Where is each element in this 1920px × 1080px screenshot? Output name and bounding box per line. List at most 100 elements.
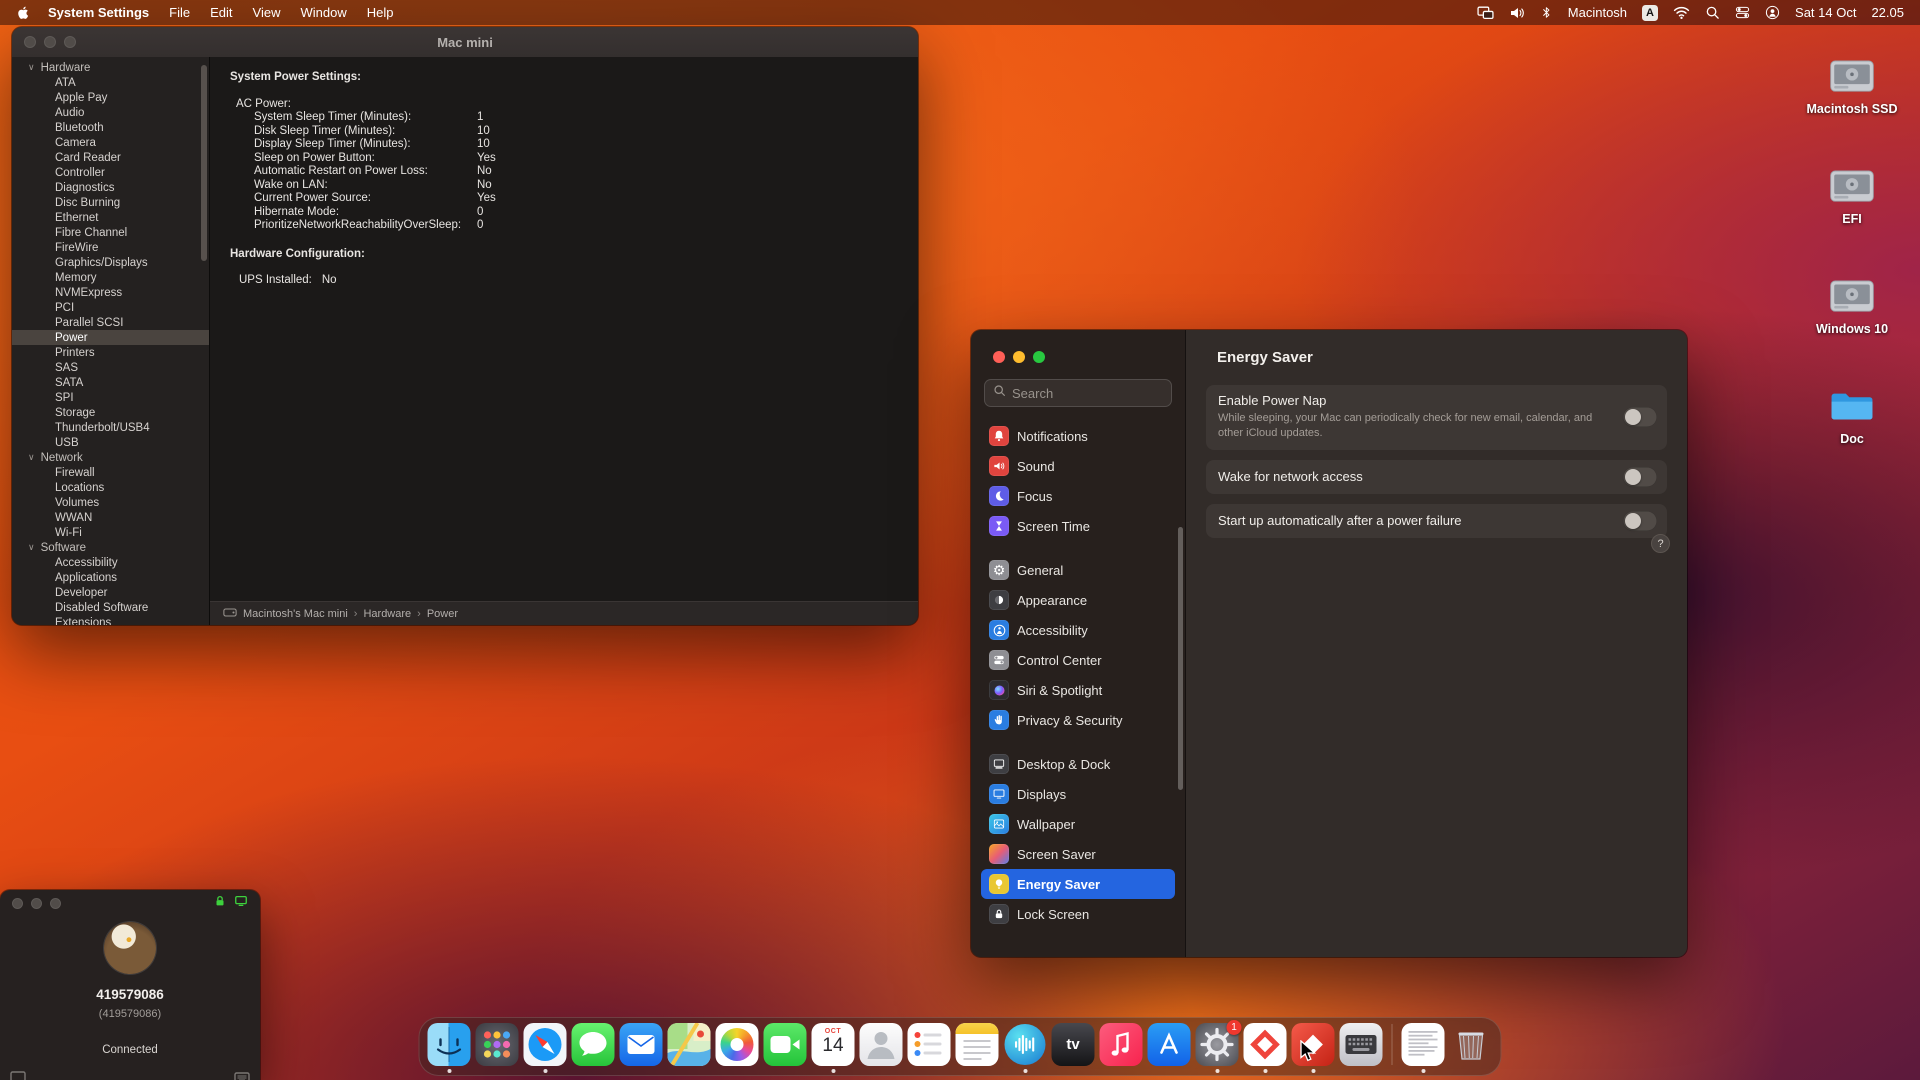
sysinfo-sidebar-item[interactable]: Graphics/Displays: [12, 255, 209, 270]
launchpad-dock-icon[interactable]: [475, 1023, 519, 1066]
keyboard-icon[interactable]: [234, 1070, 250, 1080]
dock-item[interactable]: [955, 1023, 999, 1068]
dock-item[interactable]: [1147, 1023, 1191, 1068]
settings-sidebar-item[interactable]: Displays: [981, 779, 1175, 809]
settings-sidebar-item[interactable]: Desktop & Dock: [981, 749, 1175, 779]
dock-item[interactable]: [571, 1023, 615, 1068]
dock-item[interactable]: [1401, 1023, 1445, 1073]
toggle-switch[interactable]: [1623, 466, 1657, 487]
sysinfo-sidebar-item[interactable]: Diagnostics: [12, 180, 209, 195]
monitor-icon[interactable]: [10, 1070, 26, 1080]
zoom-button[interactable]: [1033, 351, 1045, 363]
window-titlebar[interactable]: [0, 890, 260, 916]
wifi-icon[interactable]: [1673, 4, 1690, 21]
dock-item[interactable]: OCT 14: [811, 1023, 855, 1073]
sysinfo-sidebar-item[interactable]: Printers: [12, 345, 209, 360]
contacts-dock-icon[interactable]: [859, 1023, 903, 1066]
trash-dock-icon[interactable]: [1450, 1023, 1493, 1066]
desktop-icon[interactable]: Doc: [1792, 380, 1912, 446]
minimize-button[interactable]: [31, 897, 42, 909]
dock-item[interactable]: [1099, 1023, 1143, 1068]
mail-dock-icon[interactable]: [619, 1023, 663, 1066]
sysinfo-sidebar-item[interactable]: Power: [12, 330, 209, 345]
sysinfo-sidebar-item[interactable]: Controller: [12, 165, 209, 180]
spotlight-icon[interactable]: [1705, 5, 1720, 20]
device-dock-icon[interactable]: [1339, 1023, 1383, 1066]
sysinfo-sidebar-item[interactable]: WWAN: [12, 510, 209, 525]
input-source-menu[interactable]: A: [1642, 4, 1659, 21]
close-button[interactable]: [993, 351, 1005, 363]
sysinfo-sidebar-item[interactable]: Applications: [12, 570, 209, 585]
screen-mirroring-icon[interactable]: [1477, 4, 1494, 21]
toggle-switch[interactable]: [1623, 407, 1657, 428]
bluetooth-icon[interactable]: [1540, 6, 1553, 19]
dock-item[interactable]: [1450, 1023, 1493, 1068]
menu-status-text[interactable]: Sat 14 Oct: [1795, 5, 1856, 20]
appletv-dock-icon[interactable]: tv: [1051, 1023, 1095, 1066]
settings-sidebar-item[interactable]: Energy Saver: [981, 869, 1175, 899]
sysinfo-sidebar-item[interactable]: USB: [12, 435, 209, 450]
reminders-dock-icon[interactable]: [907, 1023, 951, 1066]
menu-item[interactable]: Edit: [210, 5, 232, 20]
sysinfo-sidebar-item[interactable]: SATA: [12, 375, 209, 390]
sysinfo-sidebar-item[interactable]: Disabled Software: [12, 600, 209, 615]
sysinfo-sidebar-item[interactable]: SAS: [12, 360, 209, 375]
sysinfo-sidebar-item[interactable]: Developer: [12, 585, 209, 600]
sysinfo-sidebar-item[interactable]: Fibre Channel: [12, 225, 209, 240]
settings-sidebar-item[interactable]: Lock Screen: [981, 899, 1175, 929]
sysinfo-sidebar-item[interactable]: SPI: [12, 390, 209, 405]
sysinfo-sidebar-item[interactable]: PCI: [12, 300, 209, 315]
sysinfo-sidebar-item[interactable]: Locations: [12, 480, 209, 495]
settings-sidebar-item[interactable]: Privacy & Security: [981, 705, 1175, 735]
sysinfo-sidebar-item[interactable]: Audio: [12, 105, 209, 120]
finder-dock-icon[interactable]: [427, 1023, 471, 1066]
breadcrumb-segment[interactable]: Macintosh's Mac mini: [243, 608, 348, 620]
sysinfo-sidebar-item[interactable]: Hardware: [12, 60, 209, 75]
sysinfo-sidebar-item[interactable]: Extensions: [12, 615, 209, 626]
toggle-switch[interactable]: [1623, 510, 1657, 531]
settings-sidebar-item[interactable]: ⚙ General: [981, 555, 1175, 585]
photos-dock-icon[interactable]: [715, 1023, 759, 1066]
settings-sidebar-item[interactable]: Screen Saver: [981, 839, 1175, 869]
sysinfo-sidebar-item[interactable]: Card Reader: [12, 150, 209, 165]
sysinfo-sidebar-item[interactable]: Camera: [12, 135, 209, 150]
sysinfo-sidebar-item[interactable]: Accessibility: [12, 555, 209, 570]
zoom-button[interactable]: [50, 897, 61, 909]
desktop-icon[interactable]: EFI: [1792, 160, 1912, 226]
search-input[interactable]: [1012, 385, 1163, 401]
sysinfo-sidebar-item[interactable]: NVMExpress: [12, 285, 209, 300]
settings-sidebar-item[interactable]: Screen Time: [981, 511, 1175, 541]
user-switch-icon[interactable]: [1765, 5, 1780, 20]
sysinfo-sidebar-item[interactable]: Ethernet: [12, 210, 209, 225]
search-field[interactable]: [984, 379, 1172, 407]
dock-item[interactable]: [907, 1023, 951, 1068]
messages-dock-icon[interactable]: [571, 1023, 615, 1066]
sysinfo-sidebar-item[interactable]: ATA: [12, 75, 209, 90]
menu-item[interactable]: View: [253, 5, 281, 20]
dock-item[interactable]: [1004, 1023, 1047, 1073]
settings-sidebar-item[interactable]: Accessibility: [981, 615, 1175, 645]
notes-dock-icon[interactable]: [955, 1023, 999, 1066]
sysinfo-sidebar-item[interactable]: Apple Pay: [12, 90, 209, 105]
desktop-icon[interactable]: Macintosh SSD: [1792, 50, 1912, 116]
calendar-dock-icon[interactable]: OCT 14: [811, 1023, 855, 1066]
anydesk-dock-icon[interactable]: [1243, 1023, 1287, 1066]
scrollbar-thumb[interactable]: [1178, 527, 1183, 790]
dock-item[interactable]: [859, 1023, 903, 1068]
settings-sidebar-item[interactable]: Notifications: [981, 421, 1175, 451]
menu-status-text[interactable]: 22.05: [1871, 5, 1904, 20]
dock-item[interactable]: [427, 1023, 471, 1073]
breadcrumb-segment[interactable]: Hardware: [348, 608, 411, 620]
desktop-icon[interactable]: Windows 10: [1792, 270, 1912, 336]
menu-status-text[interactable]: Macintosh: [1568, 5, 1627, 20]
sysinfo-sidebar-item[interactable]: Bluetooth: [12, 120, 209, 135]
audio-dock-icon[interactable]: [1004, 1023, 1047, 1066]
breadcrumb-segment[interactable]: Power: [411, 608, 458, 620]
active-app-menu[interactable]: System Settings: [48, 5, 149, 20]
dock-item[interactable]: [667, 1023, 711, 1068]
settings-sidebar-item[interactable]: Appearance: [981, 585, 1175, 615]
dock-item[interactable]: [715, 1023, 759, 1068]
dock-item[interactable]: [475, 1023, 519, 1068]
control-center-icon[interactable]: [1735, 5, 1750, 20]
settings-sidebar-item[interactable]: Control Center: [981, 645, 1175, 675]
